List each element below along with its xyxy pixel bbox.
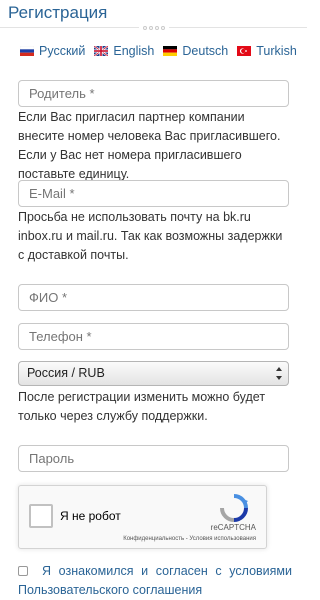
germany-flag-icon [163, 46, 178, 56]
lang-label: English [113, 44, 155, 58]
agreement-row: Я ознакомился и согласен с условиями Пол… [18, 562, 292, 600]
recaptcha-logo-icon [220, 494, 248, 522]
uk-flag-icon [94, 46, 109, 56]
recaptcha-checkbox[interactable] [29, 504, 53, 528]
lang-russian[interactable]: Русский [20, 44, 85, 58]
email-note: Просьба не использовать почту на bk.ru i… [18, 210, 283, 262]
lang-german[interactable]: Deutsch [163, 44, 228, 58]
country-select-value: Россия / RUB [27, 366, 105, 380]
drag-handle[interactable] [139, 24, 169, 32]
recaptcha-brand: reCAPTCHA [210, 523, 256, 532]
language-switcher: Русский English Deutsch Turkish [20, 44, 306, 58]
lang-label: Русский [39, 44, 86, 58]
password-input[interactable] [18, 445, 289, 472]
parent-note: Если Вас пригласил партнер компании внес… [18, 110, 281, 181]
lang-english[interactable]: English [94, 44, 154, 58]
recaptcha-label: Я не робот [60, 509, 121, 523]
turkey-flag-icon [237, 46, 252, 56]
parent-input[interactable] [18, 80, 289, 107]
lang-label: Turkish [256, 44, 297, 58]
select-arrows-icon [276, 367, 282, 380]
russia-flag-icon [20, 46, 34, 56]
country-note: После регистрации изменить можно будет т… [18, 390, 266, 423]
page-title: Регистрация [8, 3, 108, 22]
recaptcha-widget: Я не робот reCAPTCHA Конфиденциальность … [18, 485, 267, 549]
country-select[interactable]: Россия / RUB [18, 361, 289, 386]
phone-input[interactable] [18, 323, 289, 350]
lang-turkish[interactable]: Turkish [237, 44, 297, 58]
agreement-link[interactable]: Я ознакомился и согласен с условиями Пол… [18, 564, 292, 597]
fio-input[interactable] [18, 284, 289, 311]
lang-label: Deutsch [182, 44, 229, 58]
email-input[interactable] [18, 180, 289, 207]
recaptcha-links[interactable]: Конфиденциальность - Условия использован… [123, 536, 256, 542]
agreement-checkbox[interactable] [18, 566, 28, 576]
